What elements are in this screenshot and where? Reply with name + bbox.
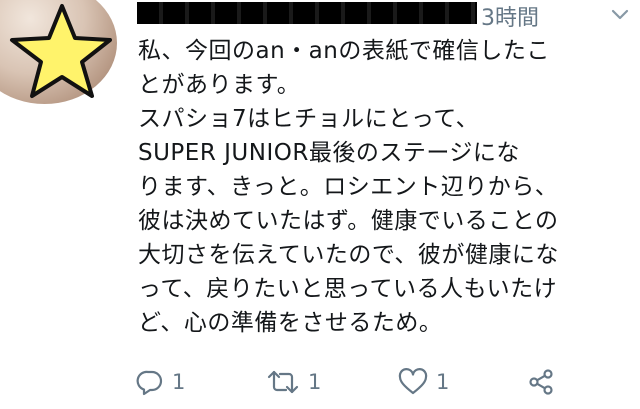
retweet-count: 1 <box>308 370 322 394</box>
like-count: 1 <box>436 370 450 394</box>
timestamp[interactable]: 3時間 <box>481 0 539 32</box>
tweet-text: 私、今回のan・anの表紙で確信したこ とがあります。 スパショ7はヒチョルにと… <box>138 34 633 340</box>
tweet-line: 彼は決めていたはず。健康でいることの <box>138 208 559 234</box>
reply-count: 1 <box>172 370 186 394</box>
chevron-down-icon[interactable] <box>610 4 630 24</box>
star-icon <box>10 4 112 98</box>
share-button[interactable] <box>527 366 555 398</box>
tweet-line: 私、今回のan・anの表紙で確信したこ <box>138 38 550 64</box>
tweet-line: って、戻りたいと思っている人もいたけ <box>138 276 558 302</box>
tweet-line: スパショ7はヒチョルにとって、 <box>138 106 480 132</box>
heart-icon <box>398 368 428 395</box>
tweet-actions: 1 1 1 <box>0 362 640 402</box>
reply-button[interactable]: 1 <box>136 366 185 398</box>
retweet-button[interactable]: 1 <box>266 366 321 398</box>
tweet-line: ど、心の準備をさせるため。 <box>138 310 443 336</box>
tweet-line: とがあります。 <box>138 72 301 98</box>
avatar[interactable] <box>0 0 120 110</box>
like-button[interactable]: 1 <box>398 366 449 398</box>
tweet-line: SUPER JUNIOR最後のステージにな <box>138 140 520 166</box>
retweet-icon <box>267 370 299 394</box>
tweet-line: ります、きっと。ロシエント辺りから、 <box>138 174 559 200</box>
share-icon <box>529 369 553 395</box>
tweet-header: 3時間 <box>137 0 640 31</box>
redacted-username <box>137 2 477 24</box>
reply-icon <box>136 370 163 396</box>
tweet-line: 大切さを伝えていたので、彼が健康にな <box>138 242 559 268</box>
